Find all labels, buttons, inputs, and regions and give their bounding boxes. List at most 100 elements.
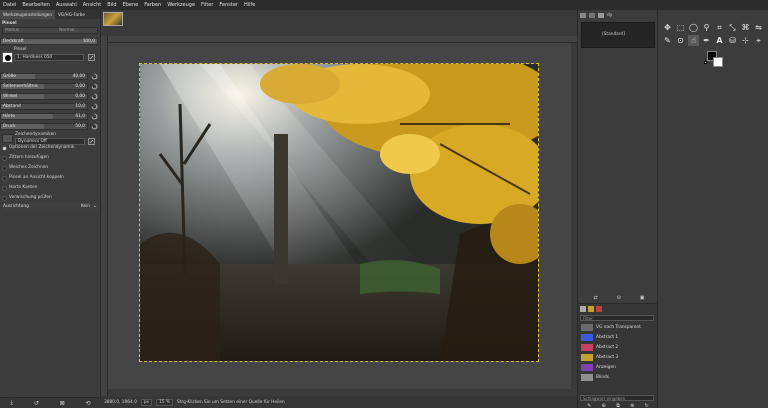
paths-icon[interactable]: ✒ xyxy=(701,35,712,46)
dynamics-field[interactable]: Dynamics Off xyxy=(15,138,85,145)
edit-brush-icon[interactable] xyxy=(88,54,95,61)
brush-filter-field[interactable]: Filter xyxy=(580,315,654,321)
brush-preview[interactable] xyxy=(2,52,13,63)
crop-icon[interactable]: ⌗ xyxy=(714,22,725,33)
aspect-slider[interactable]: Seitenverhältnis 0,00 xyxy=(0,83,88,90)
dynamics-icon[interactable] xyxy=(2,134,13,143)
image-tab-thumbnail[interactable] xyxy=(103,12,123,26)
transform-icon[interactable]: ⤡ xyxy=(727,22,738,33)
device-status-box: [Standard] xyxy=(581,22,655,48)
reset-options-icon[interactable]: ⟲ xyxy=(86,400,91,407)
brush-item[interactable]: Blinds xyxy=(581,373,653,382)
edit-brush-icon[interactable]: ✎ xyxy=(587,403,591,408)
menu-file[interactable]: Datei xyxy=(3,2,16,8)
lock-brush-view-checkbox[interactable] xyxy=(2,176,7,181)
angle-slider[interactable]: Winkel 0,00 xyxy=(0,93,88,100)
reset-hardness-icon[interactable] xyxy=(91,113,98,120)
brush-label: Pinsel xyxy=(14,47,27,52)
sample-merged-checkbox[interactable] xyxy=(2,196,7,201)
hard-edge-checkbox[interactable] xyxy=(2,186,7,191)
duplicate-brush-icon[interactable]: ⧉ xyxy=(616,403,620,408)
reset-colors-icon[interactable] xyxy=(704,61,707,64)
bucket-icon[interactable]: ⛁ xyxy=(727,35,738,46)
tab-tool-options[interactable]: Werkzeugeinstellungen xyxy=(0,10,56,19)
flip-icon[interactable]: ⇋ xyxy=(753,22,764,33)
warp-icon[interactable]: ⌘ xyxy=(740,22,751,33)
force-slider[interactable]: Druck 50,0 xyxy=(0,123,88,130)
reset-force-icon[interactable] xyxy=(91,123,98,130)
refresh-icon[interactable]: ⇄ xyxy=(593,295,597,301)
brush-item[interactable]: Anzeigen xyxy=(581,363,653,372)
alignment-select[interactable]: Ausrichtung Kein ⌄ xyxy=(2,203,98,211)
tool-options-tabs: Werkzeugeinstellungen VG/HG-Farbe xyxy=(0,10,100,19)
restore-options-icon[interactable]: ↺ xyxy=(34,400,39,407)
save-options-icon[interactable]: ⤓ xyxy=(10,399,13,407)
menu-edit[interactable]: Bearbeiten xyxy=(22,2,49,8)
spacing-value: 10,0 xyxy=(75,104,85,109)
move-icon[interactable]: ✥ xyxy=(662,22,673,33)
fuzzy-select-icon[interactable]: ⚲ xyxy=(701,22,712,33)
brush-item[interactable]: Abstract 3 xyxy=(581,353,653,362)
paths-tab-icon[interactable] xyxy=(598,13,604,18)
tab-fg-bg-color[interactable]: VG/HG-Farbe xyxy=(55,10,88,19)
reset-spacing-icon[interactable] xyxy=(91,103,98,110)
opacity-value: 100,0 xyxy=(82,39,95,44)
brushes-tab-icon[interactable] xyxy=(580,306,586,312)
brush-item-name: Anzeigen xyxy=(596,365,616,370)
clone-icon[interactable]: ⊙ xyxy=(675,35,686,46)
image-canvas[interactable] xyxy=(139,63,539,362)
background-color[interactable] xyxy=(713,57,723,67)
edit-dynamics-icon[interactable] xyxy=(88,138,95,145)
gradients-tab-icon[interactable] xyxy=(596,306,602,312)
brush-shape-icon xyxy=(5,55,11,61)
brush-item[interactable]: Abstract 1 xyxy=(581,333,653,342)
menu-tools[interactable]: Werkzeuge xyxy=(167,2,195,8)
horizontal-ruler[interactable] xyxy=(108,36,578,43)
delete-options-icon[interactable]: ⊠ xyxy=(60,400,65,407)
brush-item[interactable]: VG nach Transparent xyxy=(581,323,653,332)
lasso-icon[interactable]: ◯ xyxy=(688,22,699,33)
vertical-ruler[interactable] xyxy=(101,36,108,396)
horizontal-scrollbar[interactable] xyxy=(108,389,571,395)
zoom-select[interactable]: 15 % xyxy=(156,398,174,406)
menu-layer[interactable]: Ebene xyxy=(123,2,139,8)
dynamics-options-toggle[interactable] xyxy=(2,146,7,151)
new-brush-icon[interactable]: ⊕ xyxy=(602,403,606,408)
channels-tab-icon[interactable] xyxy=(589,13,595,18)
menu-filters[interactable]: Filter xyxy=(201,2,213,8)
delete-brush-icon[interactable]: ⊗ xyxy=(630,403,634,408)
picker-icon[interactable]: ⊹ xyxy=(740,35,751,46)
spacing-slider[interactable]: Abstand 10,0 xyxy=(0,103,88,110)
brush-name-field[interactable]: 1. Hardness 050 xyxy=(14,54,84,61)
size-slider[interactable]: Größe 40,00 xyxy=(0,73,88,80)
menu-view[interactable]: Ansicht xyxy=(83,2,101,8)
layers-tab-icon[interactable] xyxy=(580,13,586,18)
menu-help[interactable]: Hilfe xyxy=(244,2,255,8)
menu-colors[interactable]: Farben xyxy=(144,2,161,8)
brush-item[interactable]: Abstract 2 xyxy=(581,343,653,352)
smudge-icon[interactable]: ☝ xyxy=(688,35,699,46)
rect-select-icon[interactable]: ⬚ xyxy=(675,22,686,33)
refresh-brushes-icon[interactable]: ↻ xyxy=(645,403,649,408)
opacity-slider[interactable]: Deckkraft 100,0 xyxy=(0,38,98,45)
unit-select[interactable]: px xyxy=(140,398,153,406)
save-icon[interactable]: ▣ xyxy=(640,295,645,301)
menu-select[interactable]: Auswahl xyxy=(56,2,77,8)
text-icon[interactable]: A xyxy=(714,35,725,46)
brush-item-name: Abstract 1 xyxy=(596,335,619,340)
hardness-slider[interactable]: Härte 61,0 xyxy=(0,113,88,120)
reset-aspect-icon[interactable] xyxy=(91,83,98,90)
reset-angle-icon[interactable] xyxy=(91,93,98,100)
jitter-checkbox[interactable] xyxy=(2,156,7,161)
measure-icon[interactable]: ⌖ xyxy=(753,35,764,46)
reset-size-icon[interactable] xyxy=(91,73,98,80)
delete-icon[interactable]: ⊝ xyxy=(617,295,621,301)
paintbrush-icon[interactable]: ✎ xyxy=(662,35,673,46)
mode-select[interactable]: Modus Normal xyxy=(2,27,98,34)
smooth-stroke-checkbox[interactable] xyxy=(2,166,7,171)
alignment-label: Ausrichtung xyxy=(3,204,29,209)
menu-image[interactable]: Bild xyxy=(107,2,116,8)
brush-tag-field[interactable]: Schlagwort eingeben xyxy=(580,395,654,401)
menu-windows[interactable]: Fenster xyxy=(219,2,238,8)
patterns-tab-icon[interactable] xyxy=(588,306,594,312)
